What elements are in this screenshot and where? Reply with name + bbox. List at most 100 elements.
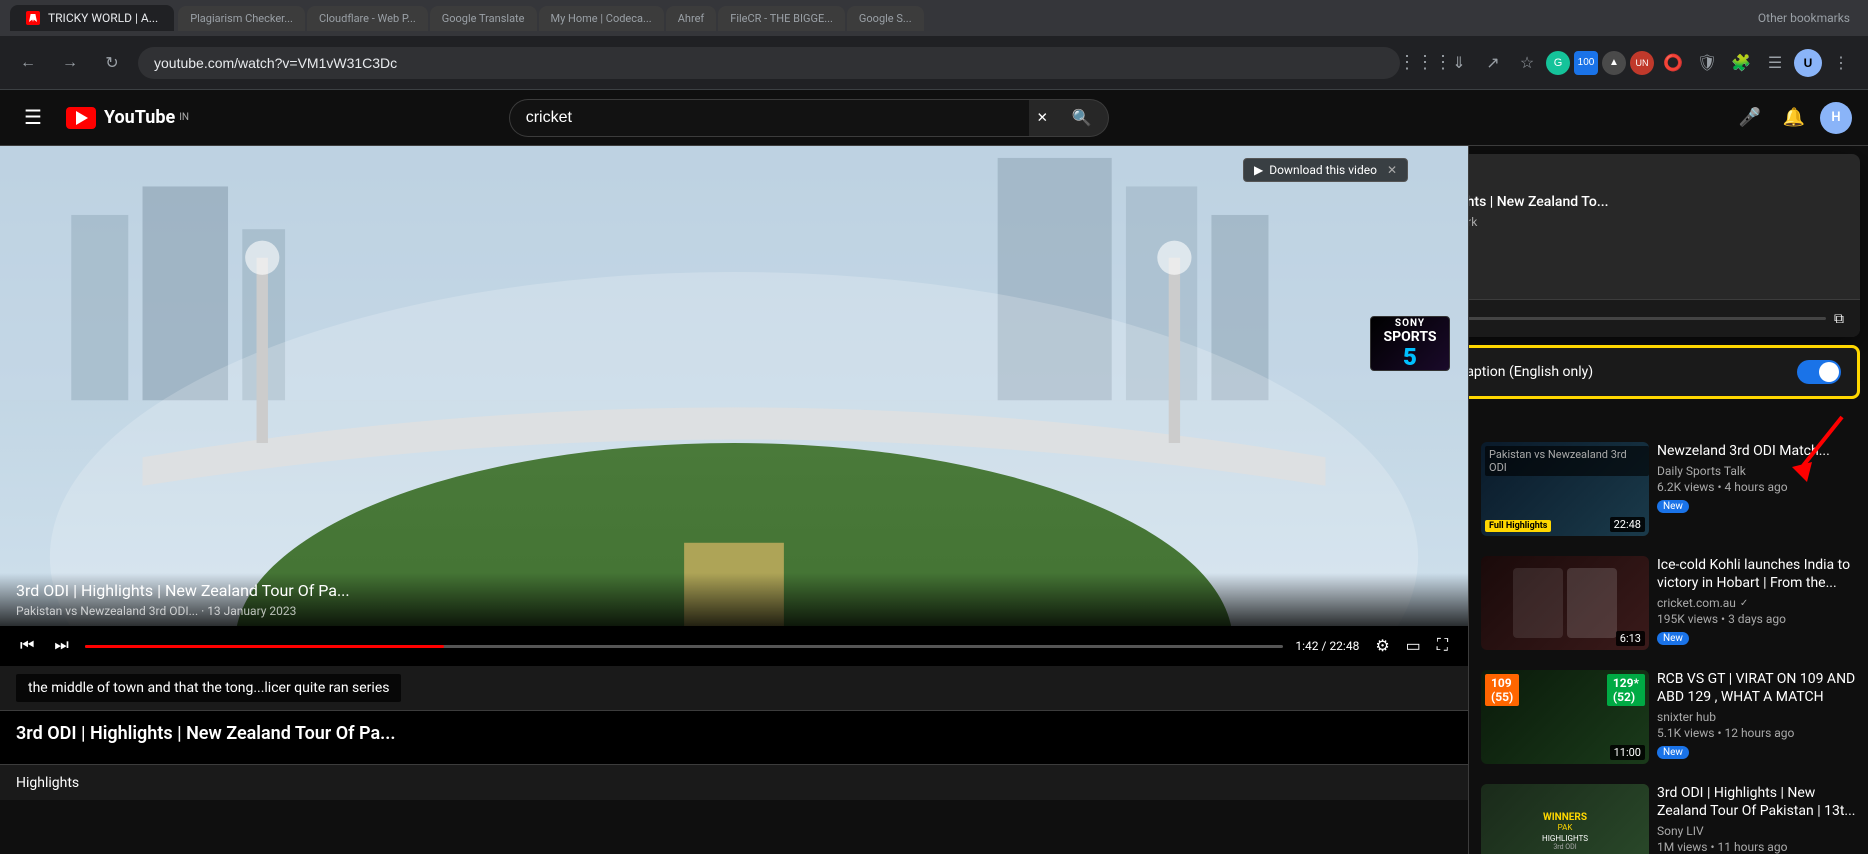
caption-toggle[interactable] [1797, 360, 1841, 384]
ext2-button[interactable]: ▲ [1602, 51, 1626, 75]
yt-logo[interactable]: YouTube IN [66, 107, 189, 129]
download-play-icon: ▶ [1254, 163, 1263, 177]
clear-search-button[interactable]: ✕ [1029, 99, 1056, 137]
yt-logo-text: YouTube [104, 107, 175, 128]
sidebar: youtube.com 🏏 PAK HIGHLIGHTS NZ [1468, 146, 1868, 854]
play-pause-button[interactable]: ⏮ [16, 633, 38, 659]
popup-controls: ⏮ ⏸ ⏭ ⧉ [1468, 300, 1860, 337]
caption-bar: the middle of town and that the tong...l… [0, 666, 1468, 711]
video-controls: ⏮ ⏭ 1:42 / 22:48 ⚙ ▭ ⛶ [0, 626, 1468, 666]
duration-3: 11:00 [1610, 745, 1645, 760]
tab-google[interactable]: Google S... [847, 6, 924, 31]
popup-pip-button[interactable]: ⧉ [1834, 310, 1844, 327]
tab-filecr[interactable]: FileCR - THE BIGGE... [718, 6, 845, 31]
download-close[interactable]: ✕ [1387, 163, 1397, 177]
current-time: 1:42 [1295, 639, 1318, 653]
yt-header: ☰ YouTube IN ✕ 🔍 🎤 🔔 H [0, 90, 1868, 146]
browser-chrome: TRICKY WORLD | A... Plagiarism Checker..… [0, 0, 1868, 90]
tab-myHome[interactable]: My Home | Codeca... [539, 6, 664, 31]
sony-num: 5 [1403, 345, 1417, 369]
download-badge[interactable]: ▶ Download this video ✕ [1243, 158, 1408, 182]
yt-header-actions: 🎤 🔔 H [1732, 100, 1852, 136]
time-2: 3 days ago [1728, 612, 1786, 626]
notification-button[interactable]: 🔔 [1776, 100, 1812, 136]
popup-header: youtube.com 🏏 PAK HIGHLIGHTS NZ [1468, 154, 1860, 300]
new-badge-3: New [1657, 746, 1689, 759]
video-subtitle-overlay: Pakistan vs Newzealand 3rd ODI... · 13 J… [16, 604, 1452, 618]
sidebar-item-2[interactable]: 6:13 Ice-cold Kohli launches India to vi… [1477, 548, 1860, 658]
browser-actions: ⋮⋮⋮ ⇓ ↗ ☆ G 100 ▲ UN ⭕ 🛡 🧩 ☰ U ⋮ [1410, 48, 1856, 78]
search-container: ✕ 🔍 [509, 99, 1109, 137]
profile-button[interactable]: U [1794, 49, 1822, 77]
browser-menu-button[interactable]: ⋮ [1826, 48, 1856, 78]
reload-button[interactable]: ↻ [96, 47, 128, 79]
sidebar-info-2: Ice-cold Kohli launches India to victory… [1657, 556, 1856, 650]
score-gt: 129*(52) [1607, 674, 1645, 706]
settings-ctrl-button[interactable]: ⚙ [1371, 632, 1393, 660]
mic-button[interactable]: 🎤 [1732, 100, 1768, 136]
sidebar-title-3: RCB VS GT | VIRAT ON 109 AND ABD 129 , W… [1657, 670, 1856, 706]
player2 [1567, 568, 1617, 638]
extensions-button[interactable]: 🧩 [1726, 48, 1756, 78]
time-4: 11 hours ago [1718, 840, 1788, 854]
popup-site: youtube.com [1468, 166, 1844, 181]
hamburger-menu[interactable]: ☰ [16, 97, 50, 138]
time-3: 12 hours ago [1724, 726, 1794, 740]
skip-back-button[interactable]: ⏭ [50, 633, 72, 659]
total-time: 22:48 [1329, 639, 1359, 653]
video-bottom-overlay: 3rd ODI | Highlights | New Zealand Tour … [0, 573, 1468, 626]
ext3-button[interactable]: ⭕ [1658, 48, 1688, 78]
browser-popup: youtube.com 🏏 PAK HIGHLIGHTS NZ [1468, 154, 1860, 337]
sidebar-info-4: 3rd ODI | Highlights | New Zealand Tour … [1657, 784, 1856, 854]
forward-button[interactable]: → [54, 47, 86, 79]
fullscreen-button[interactable]: ⛶ [1433, 632, 1452, 660]
grammarly-button[interactable]: G [1546, 51, 1570, 75]
ext4-button[interactable]: 🛡 [1692, 48, 1722, 78]
sidebar-item-3[interactable]: 109(55) 129*(52) 11:00 RCB VS GT | VIRAT… [1477, 662, 1860, 772]
sidebar-item-4[interactable]: WINNERS PAK HIGHLIGHTS 3rd ODI 15:24 3rd… [1477, 776, 1860, 854]
search-input[interactable] [509, 99, 1029, 137]
video-player[interactable]: SONY SPORTS 5 ▶ Download this video ✕ 3r… [0, 146, 1468, 626]
verified-2: ✓ [1740, 598, 1748, 609]
player1 [1513, 568, 1563, 638]
unblock-button[interactable]: UN [1630, 51, 1654, 75]
arrow-svg [1792, 407, 1852, 487]
progress-bar[interactable] [85, 645, 1284, 648]
tab-translate[interactable]: Google Translate [430, 6, 537, 31]
caption-text: the middle of town and that the tong...l… [16, 674, 401, 702]
sidebar-meta-2: 195K views • 3 days ago [1657, 612, 1856, 626]
tab-cloudflare[interactable]: Cloudflare - Web P... [307, 6, 428, 31]
popup-vid-meta: 3rd ODI | Highlights | New Zealand To...… [1468, 193, 1844, 229]
red-arrow [1468, 407, 1868, 491]
tab-plagiarism[interactable]: Plagiarism Checker... [178, 6, 305, 31]
active-tab[interactable]: TRICKY WORLD | A... [10, 5, 174, 31]
dot-4: • [1711, 840, 1718, 854]
search-button[interactable]: 🔍 [1056, 99, 1109, 137]
sidebar-title-2: Ice-cold Kohli launches India to victory… [1657, 556, 1856, 592]
new-badge-1: New [1657, 500, 1689, 513]
sony-badge: SONY SPORTS 5 [1370, 316, 1450, 371]
counter-button[interactable]: 100 [1574, 51, 1598, 75]
bookmark-button[interactable]: ☆ [1512, 48, 1542, 78]
url-input[interactable] [138, 47, 1400, 79]
sidebar-thumb-4: WINNERS PAK HIGHLIGHTS 3rd ODI 15:24 [1481, 784, 1649, 854]
full-highlights-badge-1: Full Highlights [1485, 520, 1551, 532]
new-badge-2: New [1657, 632, 1689, 645]
winners-overlay: WINNERS PAK HIGHLIGHTS 3rd ODI [1481, 784, 1649, 854]
back-button[interactable]: ← [12, 47, 44, 79]
theater-button[interactable]: ▭ [1402, 632, 1425, 660]
user-avatar[interactable]: H [1820, 102, 1852, 134]
time-display: 1:42 / 22:48 [1295, 639, 1359, 653]
duration-1: 22:48 [1610, 517, 1645, 532]
download-button[interactable]: ⇓ [1444, 48, 1474, 78]
popup-channel: Sony Sports Network [1468, 215, 1844, 229]
tab-label: TRICKY WORLD | A... [48, 11, 158, 25]
duration-2: 6:13 [1616, 631, 1645, 646]
share-button[interactable]: ↗ [1478, 48, 1508, 78]
tab-ahref[interactable]: Ahref [666, 6, 717, 31]
progress-fill [85, 645, 445, 648]
google-apps-button[interactable]: ⋮⋮⋮ [1410, 48, 1440, 78]
other-bookmarks-label: Other bookmarks [1758, 11, 1858, 25]
popup-progress-bar[interactable] [1468, 317, 1826, 320]
playlist-button[interactable]: ☰ [1760, 48, 1790, 78]
